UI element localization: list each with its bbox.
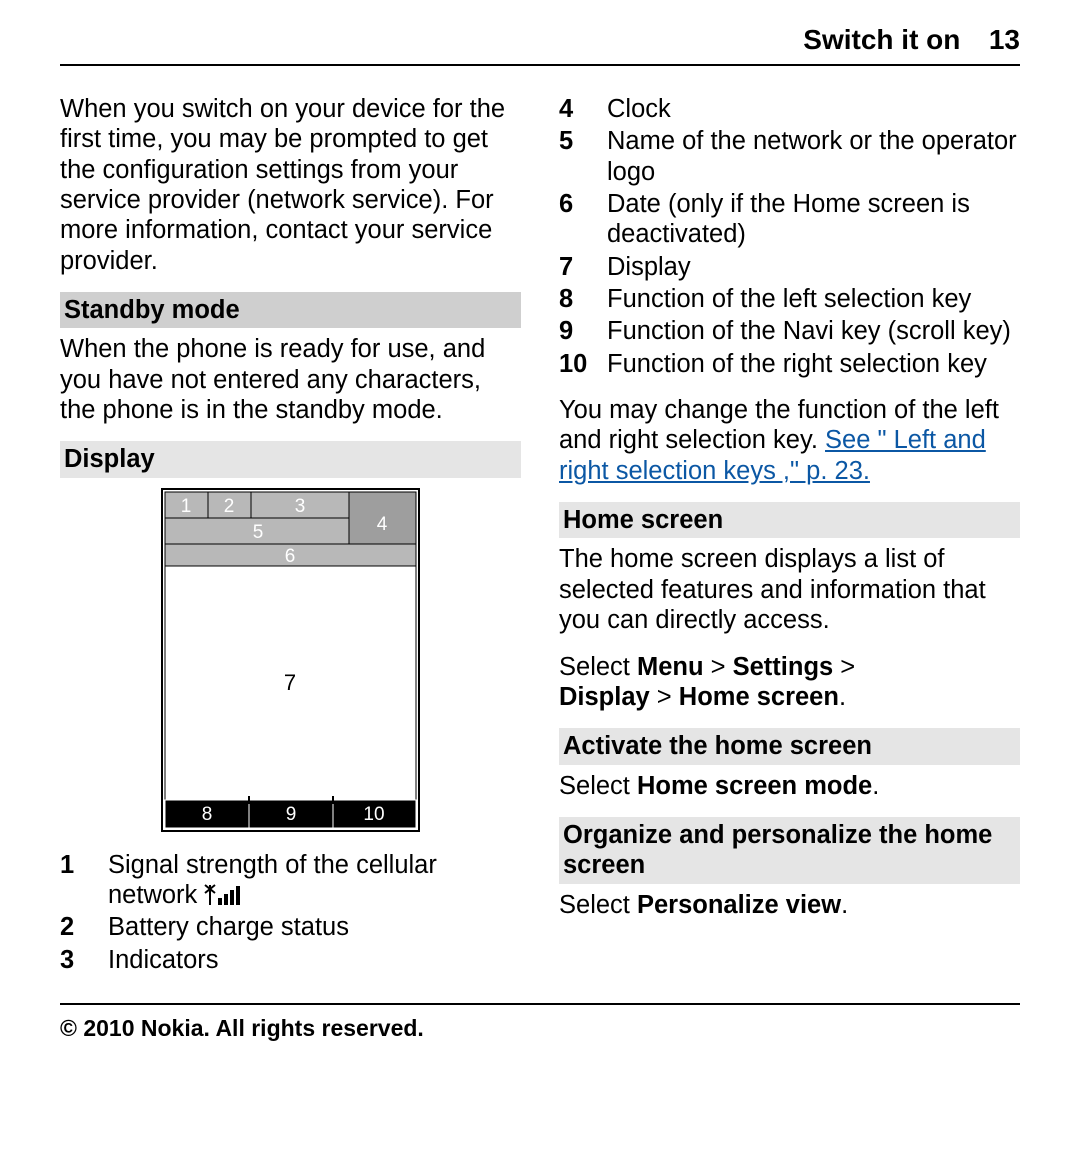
left-numbered-list: 1 Signal strength of the cellular networ… (60, 850, 521, 975)
list-item: Function of the Navi key (scroll key) (607, 316, 1020, 346)
display-diagram: 1 2 3 4 5 6 7 8 9 10 (60, 488, 521, 832)
list-item: Date (only if the Home screen is deactiv… (607, 189, 1020, 250)
activate-text: Select Home screen mode. (559, 771, 1020, 801)
list-item: Battery charge status (108, 912, 521, 942)
diagram-label-5: 5 (253, 522, 264, 543)
standby-text: When the phone is ready for use, and you… (60, 334, 521, 425)
activate-heading: Activate the home screen (559, 728, 1020, 764)
list-num: 7 (559, 252, 597, 282)
diagram-label-10: 10 (363, 804, 384, 825)
diagram-label-8: 8 (202, 804, 213, 825)
diagram-label-6: 6 (285, 546, 296, 567)
organize-text: Select Personalize view. (559, 890, 1020, 920)
left-column: When you switch on your device for the f… (60, 94, 521, 975)
diagram-label-7: 7 (284, 670, 296, 695)
home-screen-text: The home screen displays a list of selec… (559, 544, 1020, 635)
list-num: 2 (60, 912, 98, 942)
list-num: 10 (559, 349, 597, 379)
list-num: 4 (559, 94, 597, 124)
list-item: Name of the network or the operator logo (607, 126, 1020, 187)
diagram-label-9: 9 (286, 804, 297, 825)
list-item: Display (607, 252, 1020, 282)
list-item: Clock (607, 94, 1020, 124)
list-num: 3 (60, 945, 98, 975)
copyright: © 2010 Nokia. All rights reserved. (60, 1015, 1020, 1042)
list-num: 8 (559, 284, 597, 314)
organize-heading: Organize and personalize the home screen (559, 817, 1020, 884)
manual-page: Switch it on 13 When you switch on your … (0, 0, 1080, 1062)
diagram-label-3: 3 (295, 496, 306, 517)
menu-path: Select Menu > Settings > Display > Home … (559, 652, 1020, 713)
intro-paragraph: When you switch on your device for the f… (60, 94, 521, 276)
change-function-text: You may change the function of the left … (559, 395, 1020, 486)
list-num: 1 (60, 850, 98, 911)
home-screen-heading: Home screen (559, 502, 1020, 538)
list-item: Signal strength of the cellular network (108, 850, 521, 911)
signal-icon (204, 881, 246, 907)
list-num: 9 (559, 316, 597, 346)
right-column: 4 Clock 5 Name of the network or the ope… (559, 94, 1020, 975)
right-numbered-list: 4 Clock 5 Name of the network or the ope… (559, 94, 1020, 379)
section-title: Switch it on (803, 24, 960, 56)
page-number: 13 (989, 24, 1020, 56)
diagram-label-2: 2 (224, 496, 235, 517)
diagram-label-4: 4 (377, 514, 388, 535)
list-item: Indicators (108, 945, 521, 975)
content-columns: When you switch on your device for the f… (60, 94, 1020, 975)
list-item: Function of the left selection key (607, 284, 1020, 314)
list-num: 5 (559, 126, 597, 187)
diagram-label-1: 1 (181, 496, 192, 517)
footer: © 2010 Nokia. All rights reserved. (60, 1003, 1020, 1042)
standby-heading: Standby mode (60, 292, 521, 328)
phone-display-diagram: 1 2 3 4 5 6 7 8 9 10 (161, 488, 420, 832)
page-header: Switch it on 13 (60, 24, 1020, 66)
display-heading: Display (60, 441, 521, 477)
list-num: 6 (559, 189, 597, 250)
list-item: Function of the right selection key (607, 349, 1020, 379)
